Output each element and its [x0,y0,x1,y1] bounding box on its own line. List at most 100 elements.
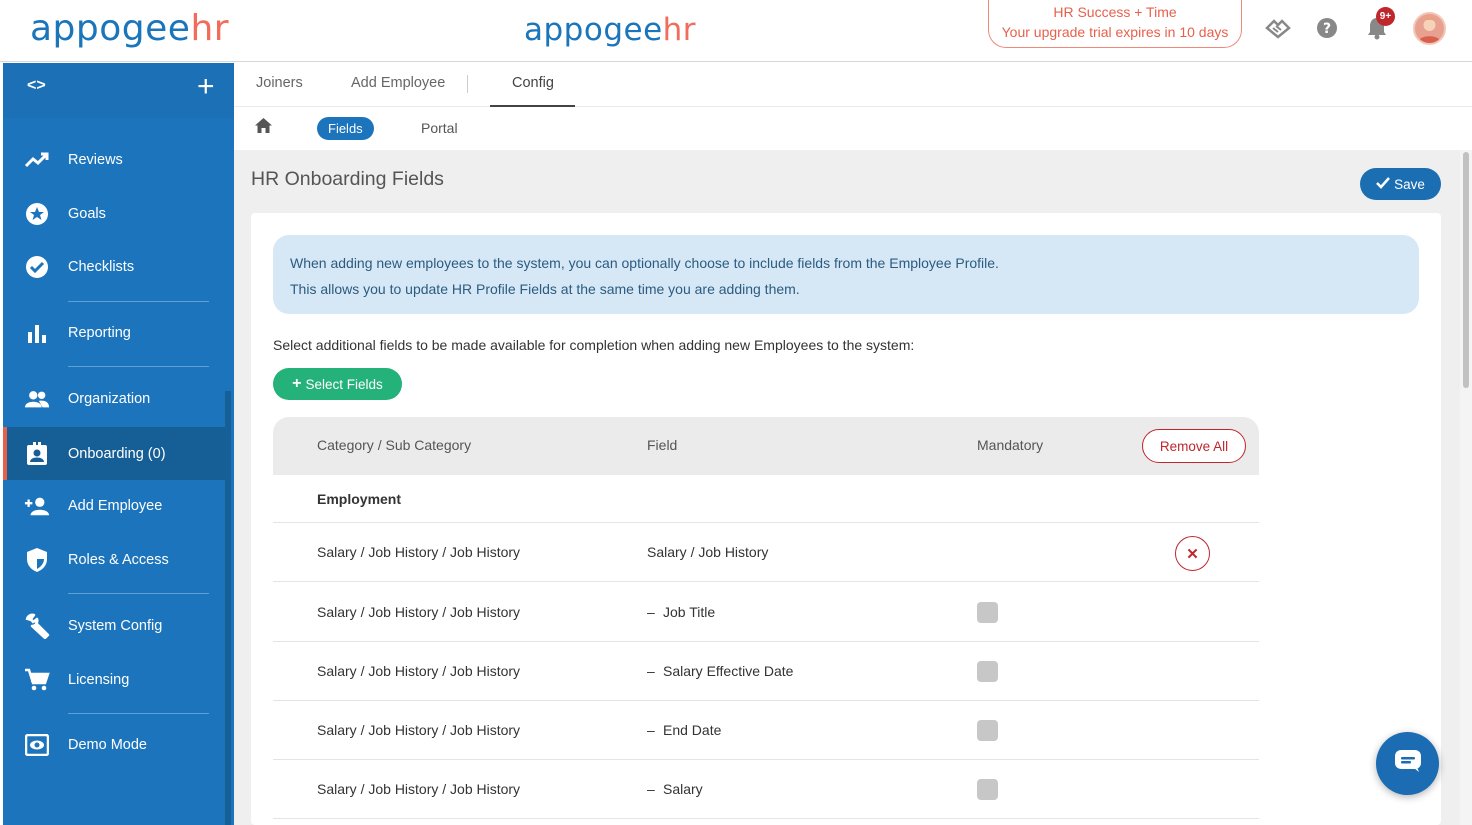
sidebar-item-checklists[interactable]: Checklists [3,240,225,293]
info-text-line1: When adding new employees to the system,… [290,255,999,271]
sidebar-item-reporting[interactable]: Reporting [3,306,225,359]
group-row: Employment [273,475,1259,523]
mandatory-checkbox[interactable] [977,602,998,623]
table-header: Category / Sub Category Field Mandatory … [273,417,1259,475]
save-button[interactable]: Save [1360,168,1441,200]
sidebar-item-onboarding[interactable]: Onboarding (0) [3,427,225,480]
header-field: Field [647,437,678,453]
fields-table: Category / Sub Category Field Mandatory … [273,417,1259,825]
table-row: Salary / Job History / Job History Salar… [273,523,1259,582]
sidebar-item-reviews[interactable]: Reviews [3,133,225,186]
sidebar-item-goals[interactable]: Goals [3,187,225,240]
remove-row-button[interactable]: ✕ [1175,536,1210,571]
sidebar-item-add-employee[interactable]: Add Employee [3,479,225,532]
sidebar-item-demo-mode[interactable]: Demo Mode [3,718,225,771]
bar-chart-icon [24,320,50,346]
sidebar-divider [68,366,209,367]
collapse-toggle-icon[interactable]: <> [27,77,46,95]
wrench-icon [24,613,50,639]
scrollbar-thumb[interactable] [1463,152,1469,388]
trending-up-icon [24,147,50,173]
help-icon[interactable]: ? [1312,13,1342,43]
notification-badge: 9+ [1376,7,1395,26]
row-field-prefix: – [647,781,655,797]
top-tabs: Joiners Add Employee Config [234,62,1472,107]
row-category: Salary / Job History / Job History [317,604,521,620]
row-category: Salary / Job History / Job History [317,722,521,738]
chat-button[interactable] [1376,732,1439,795]
subtab-portal[interactable]: Portal [421,120,458,136]
row-category: Salary / Job History / Job History [317,781,521,797]
avatar[interactable] [1413,12,1446,45]
shield-icon [24,547,50,573]
subtab-fields[interactable]: Fields [317,117,374,140]
mandatory-checkbox[interactable] [977,720,998,741]
sidebar-scrollbar[interactable] [225,391,231,825]
row-field-prefix: – [647,604,655,620]
page-title: HR Onboarding Fields [251,168,444,190]
tab-joiners[interactable]: Joiners [256,75,303,91]
info-text-line2: This allows you to update HR Profile Fie… [290,281,800,297]
sidebar: <> + Reviews Goals Checklists Reporting … [3,63,234,825]
row-field-prefix: – [647,722,655,738]
row-field: Salary [663,781,703,797]
plus-icon[interactable]: + [197,72,215,102]
tab-add-employee[interactable]: Add Employee [351,75,445,91]
info-alert: When adding new employees to the system,… [273,235,1419,314]
instruction-text: Select additional fields to be made avai… [273,337,915,353]
tab-separator [467,75,468,93]
select-fields-button[interactable]: + Select Fields [273,368,402,400]
chat-icon [1394,749,1422,778]
mandatory-checkbox[interactable] [977,661,998,682]
sub-tabs: Fields Portal [234,107,1472,150]
header-category: Category / Sub Category [317,437,472,453]
row-field-prefix: – [647,663,655,679]
sidebar-divider [68,713,209,714]
header-mandatory: Mandatory [977,437,1044,453]
row-field: End Date [663,722,722,738]
table-row: Salary / Job History / Job History – Sal… [273,760,1259,819]
add-person-icon [24,493,50,519]
sidebar-item-organization[interactable]: Organization [3,372,225,425]
plus-icon: + [292,375,302,392]
people-icon [24,386,50,412]
mandatory-checkbox[interactable] [977,779,998,800]
check-circle-icon [24,254,50,280]
table-row: Salary / Job History / Job History – Sal… [273,642,1259,701]
save-label: Save [1394,176,1425,192]
svg-text:?: ? [1323,21,1331,37]
main-content: HR Onboarding Fields Save When adding ne… [234,150,1460,825]
sidebar-divider [68,301,209,302]
badge-icon [24,441,50,467]
sidebar-item-licensing[interactable]: Licensing [3,653,225,706]
tab-config[interactable]: Config [512,75,554,91]
trial-plan: HR Success + Time [1053,4,1177,20]
row-category: Salary / Job History / Job History [317,544,521,560]
cart-icon [24,667,50,693]
home-icon[interactable] [255,118,272,138]
handshake-icon[interactable] [1263,13,1293,43]
app-logo[interactable]: appogeehr [30,8,229,49]
table-row: Salary / Job History / Job History – Job… [273,583,1259,642]
remove-all-button[interactable]: Remove All [1142,429,1246,463]
select-fields-label: Select Fields [305,376,383,392]
fields-card: When adding new employees to the system,… [251,213,1441,825]
eye-icon [24,732,50,758]
table-row: Salary / Job History / Job History – End… [273,701,1259,760]
row-field: Job Title [663,604,716,620]
row-category: Salary / Job History / Job History [317,663,521,679]
sidebar-item-roles-access[interactable]: Roles & Access [3,533,225,586]
sidebar-divider [68,593,209,594]
group-label: Employment [317,491,402,507]
sidebar-toolbar: <> + [3,63,234,118]
close-icon: ✕ [1186,545,1199,563]
row-field: Salary / Job History [647,544,769,560]
star-circle-icon [24,201,50,227]
company-logo: appogeehr [524,12,697,48]
page-scrollbar[interactable] [1460,150,1472,825]
sidebar-item-system-config[interactable]: System Config [3,599,225,652]
check-icon [1376,176,1391,192]
top-header: appogeehr appogeehr HR Success + Time Yo… [0,0,1472,62]
trial-banner[interactable]: HR Success + Time Your upgrade trial exp… [988,0,1242,48]
row-field: Salary Effective Date [663,663,794,679]
